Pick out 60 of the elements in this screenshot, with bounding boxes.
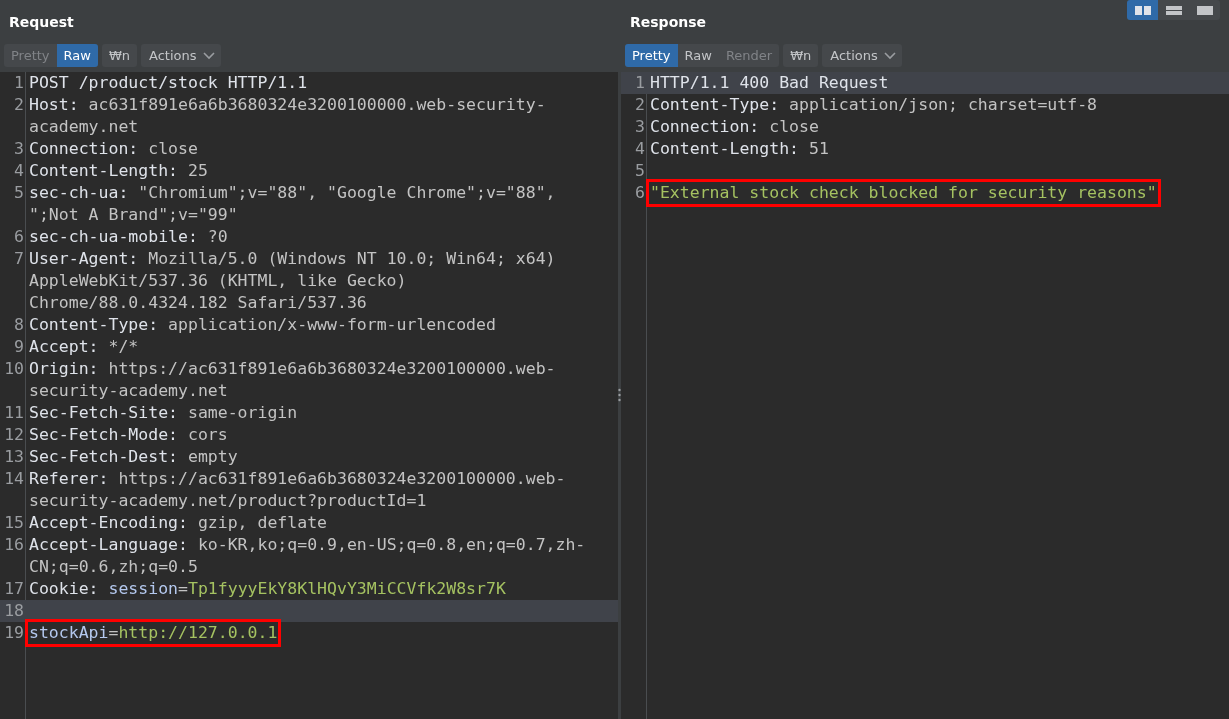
actions-button[interactable]: Actions — [822, 44, 902, 67]
code-line: Connection: close — [29, 139, 198, 158]
two-columns-icon — [1134, 5, 1151, 15]
columns-layout-button[interactable] — [1127, 0, 1158, 20]
view-tab[interactable]: Raw — [56, 44, 98, 67]
line-number: 14 — [3, 468, 25, 490]
code-line: Content-Length: 51 — [650, 139, 829, 158]
code-line: Cookie: session=Tp1fyyyEkY8KlHQvY3MiCCVfk2W8sr7K — [29, 579, 506, 598]
line-number: 7 — [13, 248, 25, 270]
code-line: Accept: */* — [29, 337, 139, 356]
code-line: sec-ch-ua: "Chromium";v="88", "Google Chrome";v="88", ";Not A Brand";v="99" — [29, 183, 557, 224]
single-pane-icon — [1196, 5, 1213, 15]
code-line: stockApi=http://127.0.0.1 — [29, 623, 278, 642]
line-number: 4 — [634, 138, 646, 160]
line-number: 1 — [13, 72, 25, 94]
line-number: 4 — [13, 160, 25, 182]
chevron-down-icon — [202, 51, 215, 60]
line-number: 8 — [13, 314, 25, 336]
line-number: 15 — [3, 512, 25, 534]
view-tab[interactable]: Pretty — [625, 44, 678, 67]
line-number: 6 — [13, 226, 25, 248]
line-number: 16 — [3, 534, 25, 556]
line-number: 3 — [634, 116, 646, 138]
wrap-button[interactable]: ₩n — [101, 44, 137, 67]
line-number: 3 — [13, 138, 25, 160]
code-line: Sec-Fetch-Mode: cors — [29, 425, 228, 444]
splitter-handle-icon[interactable] — [618, 387, 621, 402]
line-number: 19 — [3, 622, 25, 644]
code-line: sec-ch-ua-mobile: ?0 — [29, 227, 228, 246]
panel-title: Response — [630, 12, 707, 32]
line-number: 18 — [3, 600, 25, 622]
code-line: Content-Length: 25 — [29, 161, 208, 180]
line-number: 11 — [3, 402, 25, 424]
line-number: 5 — [13, 182, 25, 204]
line-number: 17 — [3, 578, 25, 600]
code-line: Content-Type: application/json; charset=utf-8 — [650, 95, 1098, 114]
code-line: HTTP/1.1 400 Bad Request — [650, 73, 889, 92]
code-line: Sec-Fetch-Dest: empty — [29, 447, 238, 466]
line-number: 10 — [3, 358, 25, 380]
code-line: Content-Type: application/x-www-form-urlencoded — [29, 315, 496, 334]
code-line: "External stock check blocked for security reasons" — [650, 183, 1157, 202]
actions-button[interactable]: Actions — [141, 44, 221, 67]
line-number: 13 — [3, 446, 25, 468]
wrap-button[interactable]: ₩n — [783, 44, 819, 67]
view-tab[interactable]: Raw — [677, 44, 719, 67]
line-number: 9 — [13, 336, 25, 358]
code-line: Accept-Encoding: gzip, deflate — [29, 513, 328, 532]
line-number: 6 — [634, 182, 646, 204]
panel-title: Request — [9, 12, 74, 32]
two-rows-icon — [1165, 5, 1182, 15]
code-line: Accept-Language: ko-KR,ko;q=0.9,en-US;q=0.8,en;q=0.7,zh-CN;q=0.6,zh;q=0.5 — [29, 535, 586, 576]
line-number: 2 — [634, 94, 646, 116]
chevron-down-icon — [883, 51, 896, 60]
code-line: POST /product/stock HTTP/1.1 — [29, 73, 308, 92]
line-number: 2 — [13, 94, 25, 116]
line-number: 5 — [634, 160, 646, 182]
code-line: Connection: close — [650, 117, 819, 136]
code-line: Sec-Fetch-Site: same-origin — [29, 403, 298, 422]
line-number: 12 — [3, 424, 25, 446]
line-number: 1 — [634, 72, 646, 94]
